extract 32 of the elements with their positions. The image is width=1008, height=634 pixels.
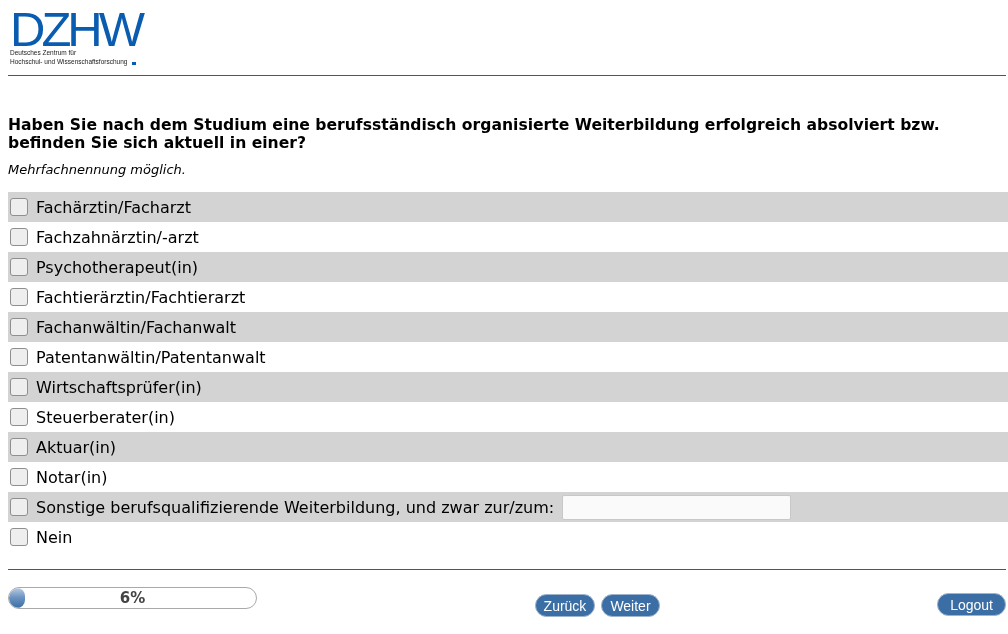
option-label[interactable]: Patentanwältin/Patentanwalt <box>36 347 266 367</box>
logo-wordmark: DZHW <box>10 11 141 48</box>
progress-label: 6% <box>119 589 146 607</box>
option-label[interactable]: Wirtschaftsprüfer(in) <box>36 377 202 397</box>
checkbox[interactable] <box>10 288 28 306</box>
option-label[interactable]: Fachzahnärztin/-arzt <box>36 227 199 247</box>
option-label[interactable]: Nein <box>36 527 73 547</box>
checkbox[interactable] <box>10 198 28 216</box>
option-label[interactable]: Fachtierärztin/Fachtierarzt <box>36 287 246 307</box>
text-input-field[interactable] <box>562 494 792 520</box>
option-label[interactable]: Psychotherapeut(in) <box>36 257 199 277</box>
option-label[interactable]: Aktuar(in) <box>36 437 117 457</box>
option-label[interactable]: Notar(in) <box>36 467 108 487</box>
checkbox[interactable] <box>10 228 28 246</box>
question-hint: Mehrfachnennung möglich. <box>8 162 186 178</box>
checkbox[interactable] <box>10 468 28 486</box>
checkbox[interactable] <box>10 258 28 276</box>
nav-button[interactable]: Weiter <box>601 594 660 617</box>
question-text: Haben Sie nach dem Studium eine berufsständisch organisierte Weiterbildung erfolgreich absolviert bzw. befinden Sie sich aktuell in einer? <box>8 116 941 152</box>
checkbox[interactable] <box>10 408 28 426</box>
checkbox[interactable] <box>10 348 28 366</box>
option-label[interactable]: Steuerberater(in) <box>36 407 175 427</box>
checkbox[interactable] <box>10 438 28 456</box>
checkbox[interactable] <box>10 378 28 396</box>
nav-button[interactable]: Zurück <box>534 594 596 617</box>
logout-button[interactable]: Logout <box>937 593 1006 616</box>
checkbox[interactable] <box>10 528 28 546</box>
option-label[interactable]: Fachärztin/Facharzt <box>36 197 192 217</box>
logo-square-icon <box>132 61 137 65</box>
checkbox[interactable] <box>10 498 28 516</box>
option-label[interactable]: Fachanwältin/Fachanwalt <box>36 317 237 337</box>
checkbox[interactable] <box>10 318 28 336</box>
